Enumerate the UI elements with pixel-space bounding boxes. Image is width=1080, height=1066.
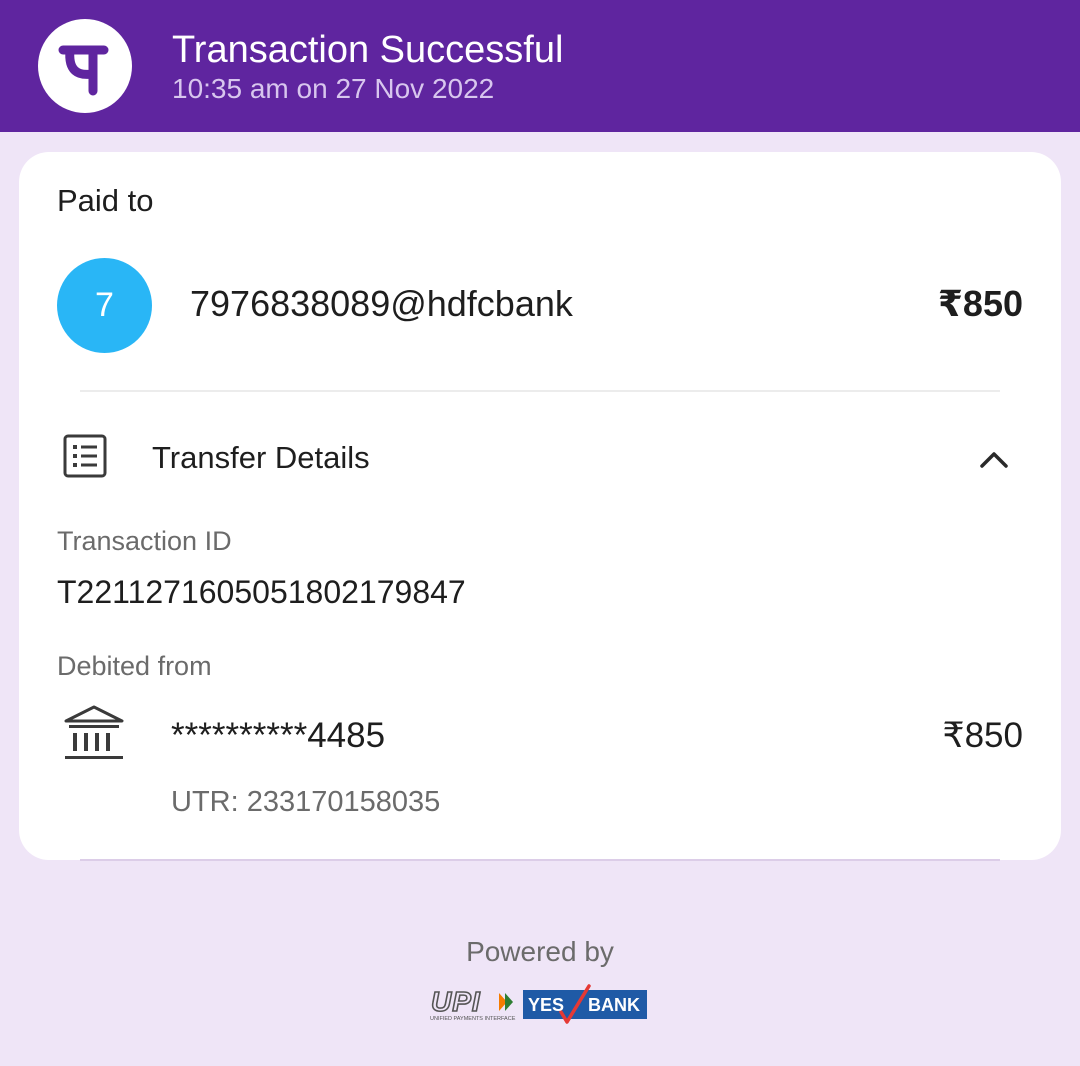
page-title: Transaction Successful	[172, 29, 564, 71]
transaction-card: Paid to 7 7976838089@hdfcbank ₹850 Trans…	[19, 152, 1061, 860]
divider	[80, 859, 1000, 861]
transaction-timestamp: 10:35 am on 27 Nov 2022	[172, 73, 495, 104]
masked-account-number: **********4485	[171, 716, 386, 755]
bank-icon	[63, 702, 125, 769]
transfer-details-title[interactable]: Transfer Details	[152, 439, 370, 477]
phonepe-logo-icon	[38, 19, 132, 113]
paid-amount: ₹850	[937, 283, 1023, 324]
yes-text: YES	[528, 995, 565, 1015]
payee-upi-id[interactable]: 7976838089@hdfcbank	[190, 282, 573, 326]
upi-logo: UPI UNIFIED PAYMENTS INTERFACE	[429, 985, 517, 1028]
utr-number[interactable]: UTR: 233170158035	[171, 784, 440, 820]
powered-by-label: Powered by	[466, 936, 614, 967]
upi-logo-text: UPI	[431, 986, 481, 1017]
payee-avatar: 7	[57, 258, 152, 353]
paid-to-label: Paid to	[57, 183, 154, 218]
debited-from-label: Debited from	[57, 651, 212, 681]
yes-bank-logo: YES BANK	[523, 984, 647, 1024]
receipt-list-icon	[63, 434, 107, 483]
transaction-id-label: Transaction ID	[57, 526, 232, 556]
bank-text: BANK	[588, 995, 640, 1015]
transaction-id-value[interactable]: T2211271605051802179847	[57, 572, 466, 612]
debited-amount: ₹850	[942, 716, 1023, 755]
divider	[80, 390, 1000, 392]
chevron-up-icon[interactable]	[969, 434, 1019, 489]
upi-tagline: UNIFIED PAYMENTS INTERFACE	[430, 1016, 516, 1022]
header-bar: Transaction Successful 10:35 am on 27 No…	[0, 0, 1080, 132]
